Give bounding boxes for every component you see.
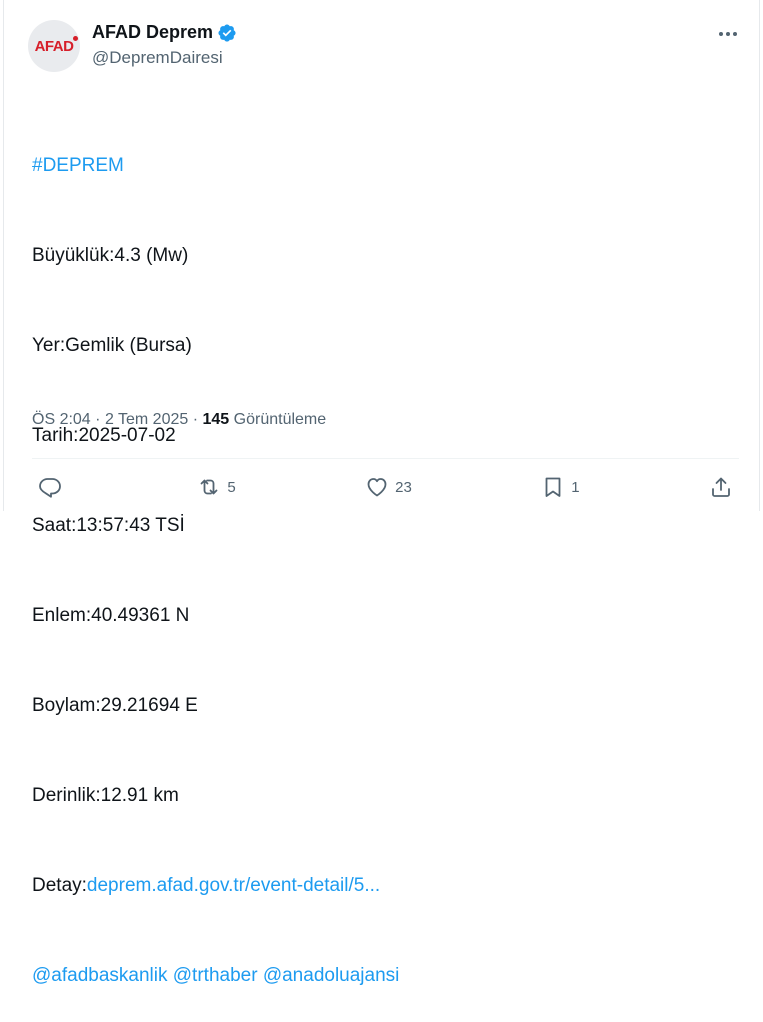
tweet-date[interactable]: 2 Tem 2025 xyxy=(105,411,188,428)
bookmark-count: 1 xyxy=(571,478,580,496)
author-name-row: AFAD Deprem xyxy=(92,22,237,43)
longitude-line: Boylam:29.21694 E xyxy=(32,695,198,716)
detail-line: Detay:deprem.afad.gov.tr/event-detail/5.… xyxy=(32,871,399,901)
share-icon xyxy=(712,477,730,497)
reply-icon xyxy=(39,478,61,498)
avatar[interactable]: AFAD xyxy=(28,20,80,72)
afad-logo: AFAD xyxy=(34,35,79,55)
more-options-icon[interactable] xyxy=(715,22,741,46)
tweet-meta: ÖS 2:04 · 2 Tem 2025 · 145 Görüntüleme xyxy=(32,411,326,429)
retweet-button[interactable]: 5 xyxy=(197,475,236,499)
time-line: Saat:13:57:43 TSİ xyxy=(32,515,185,536)
reply-button[interactable] xyxy=(38,475,68,499)
verified-badge-icon[interactable] xyxy=(217,23,237,43)
avatar-logo-text: AFAD xyxy=(34,37,74,55)
views-count: 145 xyxy=(202,411,230,428)
bookmark-icon xyxy=(545,477,561,497)
mention-afadbaskanlik[interactable]: @afadbaskanlik xyxy=(32,965,167,986)
logo-dot xyxy=(73,35,79,41)
share-button[interactable] xyxy=(709,475,733,499)
magnitude-line: Büyüklük:4.3 (Mw) xyxy=(32,245,189,266)
author-handle[interactable]: @DepremDairesi xyxy=(92,48,223,68)
action-bar: 5 23 1 xyxy=(38,473,733,501)
heart-icon xyxy=(367,478,387,497)
retweet-icon xyxy=(201,479,218,495)
hashtag-link[interactable]: #DEPREM xyxy=(32,155,124,176)
depth-line: Derinlik:12.91 km xyxy=(32,785,179,806)
detail-label: Detay: xyxy=(32,875,87,896)
bookmark-button[interactable]: 1 xyxy=(541,475,580,499)
like-count: 23 xyxy=(395,478,412,496)
meta-separator-2: · xyxy=(192,411,199,428)
tweet-card: AFAD AFAD Deprem @DepremDairesi #DEPREM … xyxy=(3,0,760,986)
meta-separator: · xyxy=(95,411,101,428)
location-line: Yer:Gemlik (Bursa) xyxy=(32,335,192,356)
mention-anadoluajansi[interactable]: @anadoluajansi xyxy=(263,965,400,986)
like-button[interactable]: 23 xyxy=(365,475,412,499)
mention-trthaber[interactable]: @trthaber xyxy=(173,965,258,986)
views-label: Görüntüleme xyxy=(233,411,327,428)
tweet-time[interactable]: ÖS 2:04 xyxy=(32,411,91,428)
tweet-text: #DEPREM Büyüklük:4.3 (Mw) Yer:Gemlik (Bu… xyxy=(32,91,399,1022)
latitude-line: Enlem:40.49361 N xyxy=(32,605,190,626)
author-display-name[interactable]: AFAD Deprem xyxy=(92,22,213,43)
retweet-count: 5 xyxy=(227,478,236,496)
divider xyxy=(32,458,739,459)
detail-link[interactable]: deprem.afad.gov.tr/event-detail/5... xyxy=(87,875,380,896)
mentions-line: @afadbaskanlik @trthaber @anadoluajansi xyxy=(32,961,399,991)
